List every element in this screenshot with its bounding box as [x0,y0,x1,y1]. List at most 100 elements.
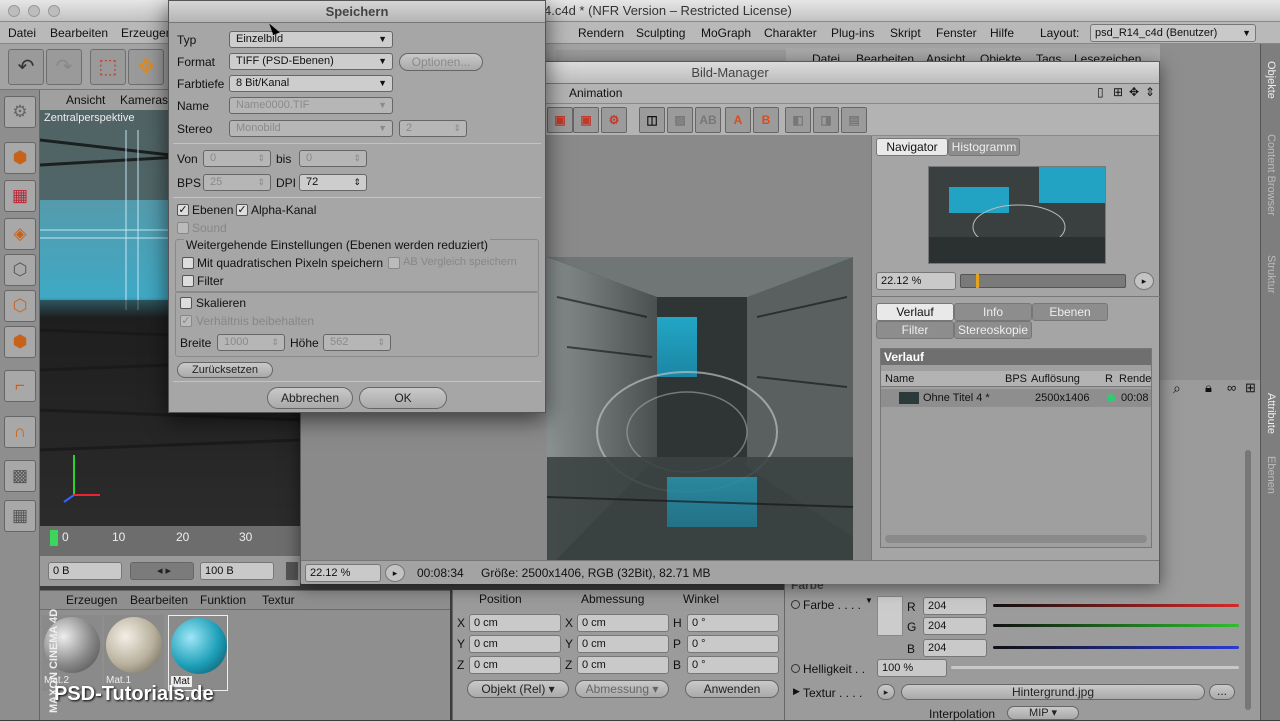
navigator-zoom-field[interactable]: 22.12 % [876,272,956,290]
workplane-icon[interactable]: ◈ [4,218,36,250]
von-field[interactable]: 0 ⇕ [203,150,271,167]
browse-button[interactable]: ... [1209,684,1235,700]
stereo-count-field[interactable]: 2 ⇕ [399,120,467,137]
redo-button[interactable]: ↷ [46,49,82,85]
ebenen-checkbox[interactable]: ✓ [177,204,189,216]
model-mode-icon[interactable]: ⬢ [4,142,36,174]
current-frame-field[interactable]: 0 B [48,562,122,580]
go-to-start-icon[interactable] [286,562,298,580]
new-panel-icon[interactable]: ⊞ [1113,85,1123,99]
r-slider[interactable] [993,604,1239,607]
set-a-icon[interactable]: A [725,107,751,133]
sound-checkbox[interactable] [177,222,189,234]
expand-icon[interactable]: ⇕ [1145,85,1155,99]
col-r[interactable]: R [1105,371,1113,387]
menu-sculpting[interactable]: Sculpting [636,22,685,44]
texture-file-field[interactable]: Hintergrund.jpg [901,684,1205,700]
axis-icon[interactable]: ⌐ [4,370,36,402]
navigator-thumbnail[interactable] [928,166,1106,264]
angle-h-field[interactable]: 0 ° [687,614,779,632]
grid-lock-icon[interactable]: ▦ [4,500,36,532]
color-swatch[interactable] [877,596,903,636]
options-button[interactable]: Optionen... [399,53,483,71]
set-b-icon[interactable]: B [753,107,779,133]
keep-ratio-checkbox[interactable]: ✓ [180,315,192,327]
coords-mode-select[interactable]: Objekt (Rel) ▾ [467,680,569,698]
hoehe-field[interactable]: 562 ⇕ [323,334,391,351]
typ-select[interactable]: Einzelbild ▼ [229,31,393,48]
position-x-field[interactable]: 0 cm [469,614,561,632]
tab-ebenen[interactable]: Ebenen [1261,448,1280,502]
tab-filter[interactable]: Filter [876,321,954,339]
zoom-window-button[interactable] [48,5,60,17]
minimize-window-button[interactable] [28,5,40,17]
status-zoom-field[interactable]: 22.12 % [305,564,381,582]
interpolation-select[interactable]: MIP ▾ [1007,706,1079,720]
helligkeit-slider[interactable] [951,666,1239,669]
move-panel-icon[interactable]: ✥ [1129,85,1139,99]
b-field[interactable]: 204 [923,639,987,657]
menu-datei[interactable]: Datei [8,22,36,44]
size-mode-select[interactable]: Abmessung ▾ [575,680,669,698]
timeline-ruler[interactable]: 0 10 20 30 [40,526,300,556]
menu-bearbeiten[interactable]: Bearbeiten [50,22,108,44]
compare-vertical-icon[interactable]: ◨ [813,107,839,133]
square-pixels-checkbox[interactable] [182,257,194,269]
r-field[interactable]: 204 [923,597,987,615]
tab-stereoskopie[interactable]: Stereoskopie [954,321,1032,339]
new-panel-icon[interactable]: ⊞ [1245,380,1256,396]
menu-rendern[interactable]: Rendern [578,22,624,44]
texture-mode-icon[interactable]: ▦ [4,180,36,212]
texture-menu-button[interactable]: ▸ [877,684,895,700]
stereo-icon[interactable]: ◫ [639,107,665,133]
zoom-play-button[interactable]: ▸ [1134,272,1154,290]
size-z-field[interactable]: 0 cm [577,656,669,674]
alpha-checkbox[interactable]: ✓ [236,204,248,216]
lock-icon[interactable]: 🔒︎ [1205,380,1212,396]
edges-mode-icon[interactable]: ⬡ [4,290,36,322]
tab-navigator[interactable]: Navigator [876,138,948,156]
position-z-field[interactable]: 0 cm [469,656,561,674]
link-icon[interactable]: ∞ [1227,380,1236,395]
size-x-field[interactable]: 0 cm [577,614,669,632]
breite-field[interactable]: 1000 ⇕ [217,334,285,351]
mat-menu-funktion[interactable]: Funktion [200,593,246,607]
bps-field[interactable]: 25 ⇕ [203,174,271,191]
status-play-button[interactable]: ▸ [385,564,405,582]
stereo-select[interactable]: Monobild ▼ [229,120,393,137]
compare-diff-icon[interactable]: ▤ [841,107,867,133]
position-y-field[interactable]: 0 cm [469,635,561,653]
compare-split-icon[interactable]: ◧ [785,107,811,133]
menu-skript[interactable]: Skript [890,22,921,44]
zoom-slider[interactable] [960,274,1126,288]
close-window-button[interactable] [8,5,20,17]
tab-histogramm[interactable]: Histogramm [948,138,1020,156]
pv-menu-animation[interactable]: Animation [569,86,622,100]
compare-icon[interactable]: ▨ [667,107,693,133]
move-tool-button[interactable]: ✥ [128,49,164,85]
tab-objekte[interactable]: Objekte [1261,50,1280,110]
filter-checkbox[interactable] [182,275,194,287]
cancel-button[interactable]: Abbrechen [267,387,353,409]
viewport-menu-kameras[interactable]: Kameras [120,90,168,110]
menu-plugins[interactable]: Plug-ins [831,22,874,44]
frame-range-slider[interactable]: ◂ ▸ [130,562,194,580]
tab-content-browser[interactable]: Content Browser [1261,110,1280,240]
col-bps[interactable]: BPS [1005,371,1027,387]
bis-field[interactable]: 0 ⇕ [299,150,367,167]
tab-info[interactable]: Info [954,303,1032,321]
render-settings-icon[interactable]: ⚙ [601,107,627,133]
scrollbar[interactable] [1245,450,1251,710]
angle-p-field[interactable]: 0 ° [687,635,779,653]
tab-ebenen[interactable]: Ebenen [1032,303,1108,321]
horizontal-scrollbar[interactable] [885,535,1147,543]
menu-hilfe[interactable]: Hilfe [990,22,1014,44]
polygons-mode-icon[interactable]: ⬢ [4,326,36,358]
format-select[interactable]: TIFF (PSD-Ebenen) ▼ [229,53,393,70]
angle-b-field[interactable]: 0 ° [687,656,779,674]
farbtiefe-select[interactable]: 8 Bit/Kanal ▼ [229,75,393,92]
col-render[interactable]: Rende [1119,371,1151,387]
end-frame-field[interactable]: 100 B [200,562,274,580]
apply-button[interactable]: Anwenden [685,680,779,698]
col-aufloesung[interactable]: Auflösung [1031,371,1080,387]
